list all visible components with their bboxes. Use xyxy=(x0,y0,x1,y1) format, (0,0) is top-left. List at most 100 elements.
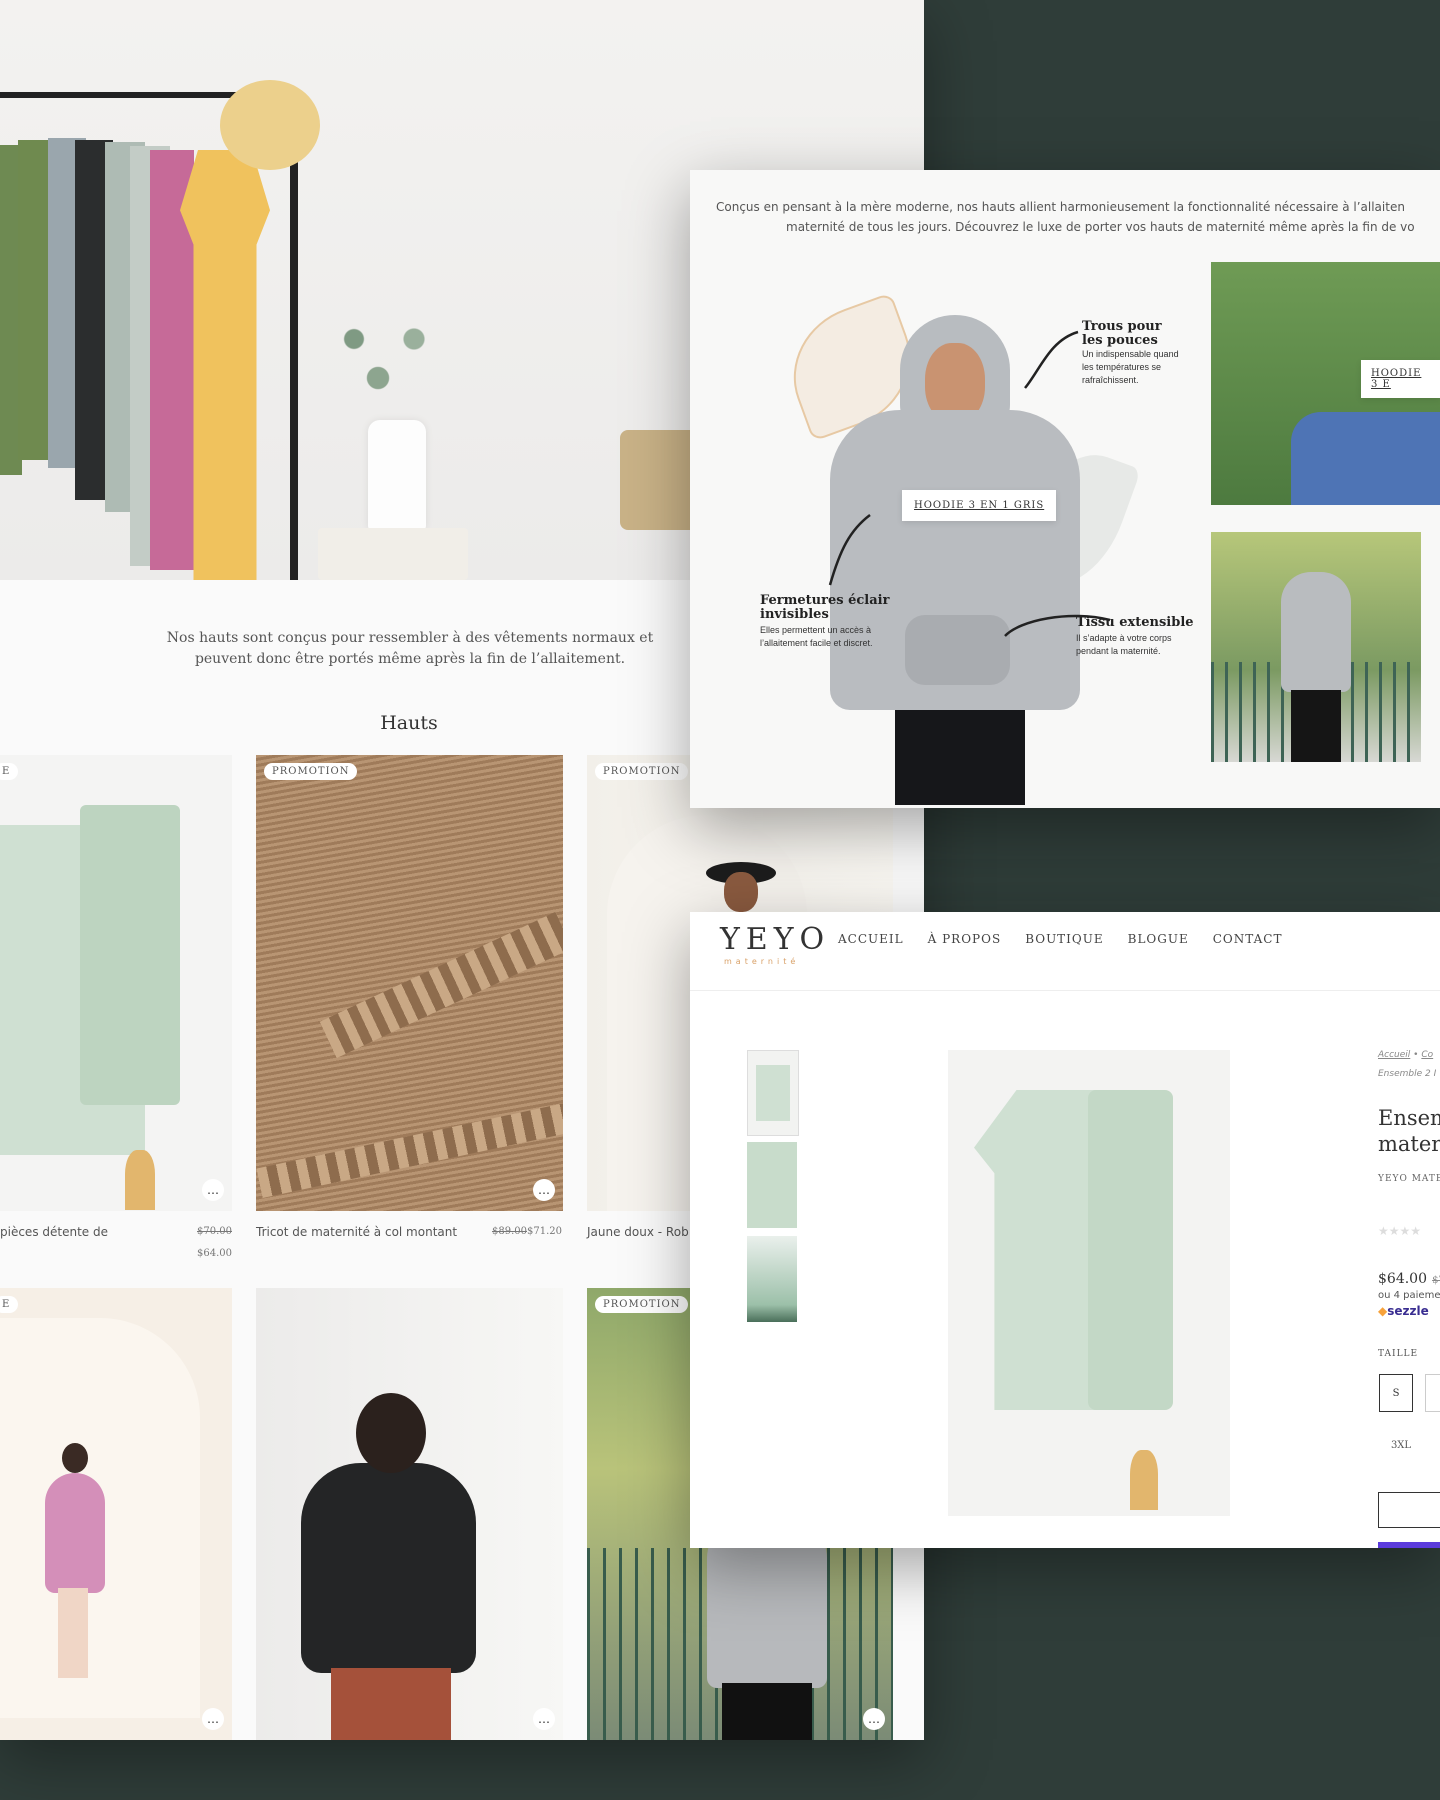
model-grey-hoodie-graphic xyxy=(1281,572,1351,692)
add-to-cart-button[interactable] xyxy=(1378,1492,1440,1528)
pants-graphic xyxy=(80,805,180,1105)
denim-jacket-graphic xyxy=(1291,412,1440,505)
hoodie-feature-page: Conçus en pensant à la mère moderne, nos… xyxy=(690,170,1440,808)
basket-graphic xyxy=(620,430,700,530)
product-badge: E xyxy=(0,1296,19,1313)
model-pink-dress-graphic xyxy=(45,1473,105,1593)
product-old-price: $7 xyxy=(1432,1275,1440,1286)
product-tag-hoodie[interactable]: HOODIE 3 EN 1 GRIS xyxy=(902,490,1057,521)
logo-wordmark: YEYO xyxy=(720,922,831,957)
product-card[interactable]: E … pièces détente de $70.00 $64.00 xyxy=(0,755,232,1259)
model-legs-graphic xyxy=(58,1588,88,1678)
breadcrumb-current: Ensemble 2 I xyxy=(1378,1069,1437,1079)
price-row: $64.00 $7 xyxy=(1378,1268,1440,1287)
product-price: $71.20 xyxy=(527,1226,562,1237)
nav-boutique[interactable]: BOUTIQUE xyxy=(1025,932,1103,946)
thumbnail[interactable] xyxy=(747,1142,797,1228)
lifestyle-photo[interactable] xyxy=(1211,532,1421,762)
dried-flower-graphic xyxy=(1130,1450,1158,1510)
product-image[interactable]: E … xyxy=(0,755,232,1211)
product-tag-hoodie[interactable]: HOODIE 3 E xyxy=(1361,360,1440,398)
pants-graphic xyxy=(1088,1090,1173,1410)
more-options-icon[interactable]: … xyxy=(202,1179,224,1201)
sezzle-logo[interactable]: ◆sezzle xyxy=(1378,1304,1429,1318)
model-legs-graphic xyxy=(722,1683,812,1740)
feature-intro-line-1: Conçus en pensant à la mère moderne, nos… xyxy=(716,200,1405,214)
product-title[interactable]: pièces détente de xyxy=(0,1225,108,1239)
callout-text: Il s’adapte à votre corps pendant la mat… xyxy=(1076,633,1172,656)
sezzle-wordmark: sezzle xyxy=(1387,1304,1429,1318)
breadcrumb-collection[interactable]: Co xyxy=(1421,1050,1433,1060)
logo-subtitle: maternité xyxy=(724,957,800,966)
breadcrumb-separator: • xyxy=(1413,1050,1419,1060)
product-card[interactable]: E … xyxy=(0,1288,232,1740)
main-nav: ACCUEIL À PROPOS BOUTIQUE BLOGUE CONTACT xyxy=(838,932,1306,946)
breadcrumb-home[interactable]: Accueil xyxy=(1378,1050,1410,1060)
hat-graphic xyxy=(220,80,320,170)
logo[interactable]: YEYO maternité xyxy=(720,922,830,966)
product-old-price: $89.00 xyxy=(492,1226,527,1237)
plant-graphic xyxy=(330,300,450,430)
product-image[interactable]: … xyxy=(256,1288,563,1740)
promotion-badge: PROMOTION xyxy=(264,763,358,780)
product-tag-label: HOODIE 3 EN 1 GRIS xyxy=(914,500,1045,511)
more-options-icon[interactable]: … xyxy=(533,1708,555,1730)
kangaroo-pocket-graphic xyxy=(905,615,1010,685)
product-title[interactable]: Tricot de maternité à col montant xyxy=(256,1225,457,1239)
product-vendor: YEYO MATE xyxy=(1378,1174,1440,1184)
size-option-3xl[interactable]: 3XL xyxy=(1379,1427,1423,1463)
site-header: YEYO maternité ACCUEIL À PROPOS BOUTIQUE… xyxy=(690,912,1440,991)
model-head-graphic xyxy=(356,1393,426,1473)
callout-title: Trous pour les pouces xyxy=(1082,319,1162,348)
avatar-face-graphic xyxy=(724,872,758,912)
promotion-badge: PROMOTION xyxy=(595,763,689,780)
nav-contact[interactable]: CONTACT xyxy=(1213,932,1283,946)
promotion-badge: PROMOTION xyxy=(595,1296,689,1313)
product-price: $64.00 xyxy=(197,1248,232,1259)
size-label: TAILLE xyxy=(1378,1349,1419,1359)
product-card[interactable]: PROMOTION … Tricot de maternité à col mo… xyxy=(256,755,563,1255)
thumbnail[interactable] xyxy=(747,1236,797,1322)
avatar xyxy=(706,856,776,912)
model-black-sweater-graphic xyxy=(301,1463,476,1673)
product-title-line-2: matern xyxy=(1378,1132,1440,1156)
leggings-graphic xyxy=(895,710,1025,805)
product-old-price: $70.00 xyxy=(197,1226,232,1237)
nav-blogue[interactable]: BLOGUE xyxy=(1128,932,1189,946)
more-options-icon[interactable]: … xyxy=(533,1179,555,1201)
more-options-icon[interactable]: … xyxy=(863,1708,885,1730)
product-image[interactable]: PROMOTION … xyxy=(256,755,563,1211)
dried-flower-graphic xyxy=(125,1150,155,1210)
vase-graphic xyxy=(368,420,426,530)
cable-knit-graphic xyxy=(319,911,563,1059)
size-option-s[interactable]: S xyxy=(1379,1374,1413,1412)
model-head-graphic xyxy=(62,1443,88,1473)
stool-graphic xyxy=(318,528,468,580)
size-option-next[interactable] xyxy=(1425,1374,1440,1412)
rating-stars: ★★★★ xyxy=(1378,1224,1422,1238)
lifestyle-photo[interactable]: HOODIE 3 E xyxy=(1211,262,1440,505)
hoodie-model-graphic xyxy=(830,315,1080,805)
product-page: YEYO maternité ACCUEIL À PROPOS BOUTIQUE… xyxy=(690,912,1440,1548)
feature-intro-line-2: maternité de tous les jours. Découvrez l… xyxy=(786,220,1415,234)
product-image[interactable]: E … xyxy=(0,1288,232,1740)
product-title[interactable]: Jaune doux - Rob xyxy=(587,1225,689,1239)
thumbnail[interactable] xyxy=(747,1050,799,1136)
sezzle-checkout-button[interactable] xyxy=(1378,1542,1440,1548)
main-product-image[interactable] xyxy=(948,1050,1230,1516)
nav-accueil[interactable]: ACCUEIL xyxy=(838,932,904,946)
callout-text: Elles permettent un accès à l’allaitemen… xyxy=(760,625,873,648)
sezzle-icon: ◆ xyxy=(1378,1304,1388,1318)
tshirt-graphic xyxy=(756,1065,790,1121)
product-tag-label: HOODIE 3 E xyxy=(1371,368,1422,390)
model-orange-pants-graphic xyxy=(331,1668,451,1740)
garment-graphic xyxy=(180,150,270,580)
product-card[interactable]: … xyxy=(256,1288,563,1740)
nav-a-propos[interactable]: À PROPOS xyxy=(928,932,1002,946)
breadcrumb: Accueil • Co xyxy=(1378,1050,1433,1060)
intro-text: Nos hauts sont conçus pour ressembler à … xyxy=(166,630,654,667)
more-options-icon[interactable]: … xyxy=(202,1708,224,1730)
product-badge: E xyxy=(0,763,19,780)
installments-text: ou 4 paieme xyxy=(1378,1290,1440,1301)
callout-title: Tissu extensible xyxy=(1076,615,1194,630)
